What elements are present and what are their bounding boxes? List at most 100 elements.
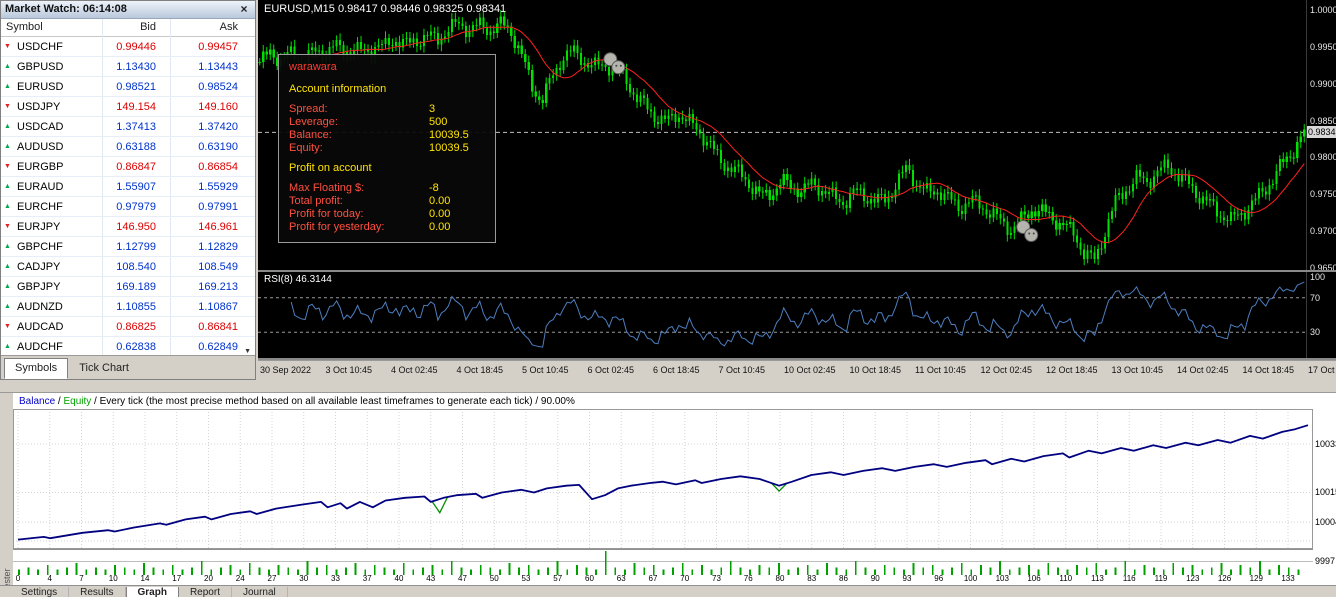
bid-value: 1.55907: [116, 177, 156, 197]
market-watch-row[interactable]: ▲GBPCHF1.127991.12829: [1, 237, 255, 257]
graph-x-label: 0: [13, 574, 29, 583]
market-watch-row[interactable]: ▼AUDCAD0.868250.86841: [1, 317, 255, 337]
time-axis-label: 4 Oct 18:45: [457, 365, 504, 375]
market-watch-row[interactable]: ▲GBPJPY169.189169.213: [1, 277, 255, 297]
scroll-more-icon[interactable]: ▼: [244, 348, 251, 355]
graph-x-label: 40: [388, 574, 410, 583]
market-watch-row[interactable]: ▲AUDUSD0.631880.63190: [1, 137, 255, 157]
market-watch-row[interactable]: ▲CADJPY108.540108.549: [1, 257, 255, 277]
info-label: Max Floating $:: [289, 182, 364, 194]
market-watch-row[interactable]: ▼USDCHF0.994460.99457: [1, 37, 255, 57]
tester-tabs: SettingsResultsGraphReportJournal: [0, 585, 1336, 597]
market-watch-title: Market Watch: 06:14:08: [5, 3, 127, 15]
info-value: 0.00: [429, 195, 450, 208]
price-axis-label: 0.9750: [1310, 189, 1336, 199]
graph-x-label: 4: [39, 574, 61, 583]
ask-value: 1.55929: [198, 177, 238, 197]
bid-value: 1.10855: [116, 297, 156, 317]
time-axis[interactable]: 30 Sep 20223 Oct 10:454 Oct 02:454 Oct 1…: [258, 360, 1336, 380]
tick-up-icon: ▲: [4, 177, 11, 197]
info-value: 10039.5: [429, 129, 469, 142]
close-icon[interactable]: ×: [237, 2, 251, 16]
tick-up-icon: ▲: [4, 297, 11, 317]
bid-value: 1.12799: [116, 237, 156, 257]
rsi-axis-label: 70: [1310, 293, 1320, 303]
graph-x-label: 53: [515, 574, 537, 583]
info-label: Spread:: [289, 103, 328, 115]
market-watch-row[interactable]: ▼USDJPY149.154149.160: [1, 97, 255, 117]
market-watch-panel: Market Watch: 06:14:08 × Symbol Bid Ask …: [0, 0, 256, 380]
tab-report[interactable]: Report: [179, 587, 232, 597]
bid-value: 0.86825: [116, 317, 156, 337]
graph-y-label: 10004: [1315, 517, 1336, 527]
bid-value: 0.63188: [116, 137, 156, 157]
market-watch-row[interactable]: ▲AUDNZD1.108551.10867: [1, 297, 255, 317]
tab-tick-chart[interactable]: Tick Chart: [68, 358, 140, 379]
symbol-label: USDCAD: [17, 117, 63, 137]
graph-x-label: 47: [452, 574, 474, 583]
time-axis-label: 7 Oct 10:45: [719, 365, 766, 375]
chart-window: EURUSD,M15 0.98417 0.98446 0.98325 0.983…: [258, 0, 1336, 380]
time-axis-label: 14 Oct 02:45: [1177, 365, 1229, 375]
info-label: Leverage:: [289, 116, 338, 128]
symbol-label: EURCHF: [17, 197, 63, 217]
graph-y-label: 9997: [1315, 556, 1335, 566]
market-watch-row[interactable]: ▼EURGBP0.868470.86854: [1, 157, 255, 177]
bid-value: 149.154: [116, 97, 156, 117]
chart-object-marker: [1017, 221, 1038, 242]
tick-up-icon: ▲: [4, 57, 11, 77]
tick-up-icon: ▲: [4, 257, 11, 277]
market-watch-row[interactable]: ▲EURUSD0.985210.98524: [1, 77, 255, 97]
market-watch-row[interactable]: ▼EURJPY146.950146.961: [1, 217, 255, 237]
symbol-label: EURGBP: [17, 157, 63, 177]
ask-value: 149.160: [198, 97, 238, 117]
symbol-label: GBPCHF: [17, 237, 63, 257]
tester-panel: Tester Balance / Equity / Every tick (th…: [0, 392, 1336, 597]
tester-side-label: Tester: [2, 523, 12, 593]
time-axis-label: 13 Oct 10:45: [1112, 365, 1164, 375]
symbol-label: GBPUSD: [17, 57, 63, 77]
market-watch-row[interactable]: ▲GBPUSD1.134301.13443: [1, 57, 255, 77]
graph-x-label: 106: [1023, 574, 1045, 583]
legend-description: / Every tick (the most precise method ba…: [91, 396, 575, 407]
chart-object-marker: [604, 53, 625, 74]
market-watch-row[interactable]: ▲EURAUD1.559071.55929: [1, 177, 255, 197]
info-label: Profit for today:: [289, 208, 364, 220]
info-row: Profit for yesterday:0.00: [289, 221, 485, 234]
graph-x-label: 103: [991, 574, 1013, 583]
balance-graph[interactable]: [13, 409, 1313, 549]
graph-x-label: 100: [960, 574, 982, 583]
ask-value: 1.12829: [198, 237, 238, 257]
graph-x-label: 30: [293, 574, 315, 583]
market-watch-row[interactable]: ▲USDCAD1.374131.37420: [1, 117, 255, 137]
rsi-pane[interactable]: [258, 272, 1306, 358]
time-axis-label: 14 Oct 18:45: [1243, 365, 1295, 375]
graph-x-label: 24: [229, 574, 251, 583]
bid-value: 0.62838: [116, 337, 156, 357]
tick-down-icon: ▼: [4, 317, 11, 337]
market-watch-row[interactable]: ▲AUDCHF0.628380.62849: [1, 337, 255, 357]
tab-symbols[interactable]: Symbols: [4, 358, 68, 379]
market-watch-titlebar[interactable]: Market Watch: 06:14:08 ×: [1, 1, 255, 19]
symbol-label: AUDCAD: [17, 317, 63, 337]
tick-up-icon: ▲: [4, 77, 11, 97]
column-ask[interactable]: Ask: [220, 21, 238, 33]
column-symbol[interactable]: Symbol: [6, 21, 43, 33]
price-axis-label: 0.9950: [1310, 42, 1336, 52]
symbol-label: USDJPY: [17, 97, 60, 117]
size-histogram: [13, 549, 1313, 575]
mt4-window: Market Watch: 06:14:08 × Symbol Bid Ask …: [0, 0, 1336, 597]
price-axis-label: 0.9850: [1310, 116, 1336, 126]
time-axis-label: 11 Oct 10:45: [915, 365, 966, 375]
graph-x-label: 33: [325, 574, 347, 583]
tab-graph[interactable]: Graph: [126, 587, 179, 597]
ea-name: warawara: [289, 61, 485, 74]
column-bid[interactable]: Bid: [140, 21, 156, 33]
legend-equity: Equity: [63, 396, 91, 407]
time-axis-label: 4 Oct 02:45: [391, 365, 438, 375]
tab-journal[interactable]: Journal: [232, 587, 288, 597]
tab-results[interactable]: Results: [69, 587, 125, 597]
tab-settings[interactable]: Settings: [10, 587, 69, 597]
market-watch-row[interactable]: ▲EURCHF0.979790.97991: [1, 197, 255, 217]
info-row: Max Floating $:-8: [289, 182, 485, 195]
